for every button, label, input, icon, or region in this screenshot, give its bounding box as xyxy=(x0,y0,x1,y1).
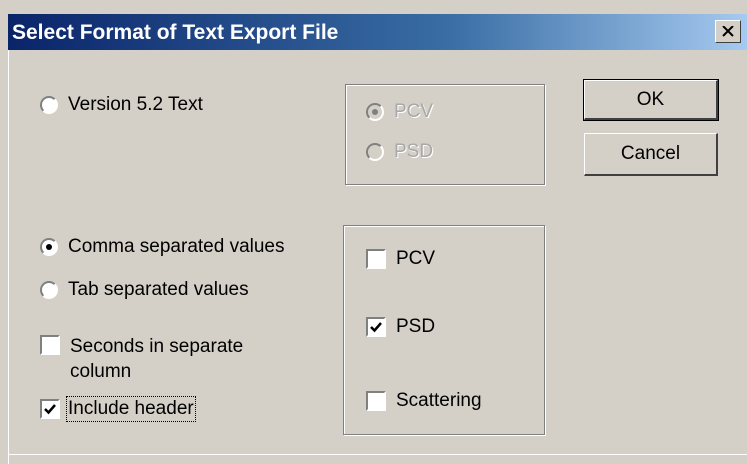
data-type-group: PCV PSD Scattering xyxy=(343,225,545,435)
radio-label: PSD xyxy=(394,141,434,162)
close-icon xyxy=(722,26,734,37)
checkbox-psd[interactable]: PSD xyxy=(366,316,435,338)
radio-version-52-text[interactable]: Version 5.2 Text xyxy=(40,94,203,116)
checkbox-label-line-1: Seconds in separate xyxy=(70,336,244,357)
radio-label: Version 5.2 Text xyxy=(68,94,203,115)
checkbox-scattering[interactable]: Scattering xyxy=(366,390,482,412)
radio-version-psd: PSD xyxy=(366,141,433,163)
ok-button[interactable]: OK xyxy=(583,79,719,121)
export-format-dialog: Select Format of Text Export File Versio… xyxy=(0,0,747,464)
cancel-button[interactable]: Cancel xyxy=(584,133,718,176)
dialog-title: Select Format of Text Export File xyxy=(12,21,339,44)
radio-button-selected[interactable] xyxy=(40,238,58,256)
checkbox-label: Seconds in separate column xyxy=(70,334,243,384)
title-bar: Select Format of Text Export File xyxy=(8,14,747,50)
checkmark-icon xyxy=(44,404,56,415)
radio-button-unselected[interactable] xyxy=(40,281,58,299)
ok-button-label: OK xyxy=(636,88,665,110)
checkbox-unchecked[interactable] xyxy=(366,391,386,411)
window-edge xyxy=(8,454,747,455)
checkbox-checked[interactable] xyxy=(366,317,386,337)
checkbox-pcv[interactable]: PCV xyxy=(366,248,435,270)
checkbox-label-line-2: column xyxy=(70,361,132,382)
checkbox-seconds-separate-column[interactable]: Seconds in separate column xyxy=(40,334,243,384)
checkmark-icon xyxy=(370,322,382,333)
radio-comma-separated[interactable]: Comma separated values xyxy=(40,236,285,258)
checkbox-label: Scattering xyxy=(396,390,482,411)
cancel-button-label: Cancel xyxy=(620,143,681,164)
checkbox-label: PSD xyxy=(396,316,436,337)
radio-button-selected xyxy=(366,103,384,121)
radio-button-unselected[interactable] xyxy=(40,96,58,114)
radio-label: Comma separated values xyxy=(68,236,285,257)
radio-button-unselected xyxy=(366,143,384,161)
radio-label: PCV xyxy=(394,101,434,122)
checkbox-include-header[interactable]: Include header xyxy=(40,396,196,422)
checkbox-unchecked[interactable] xyxy=(366,249,386,269)
checkbox-label: Include header xyxy=(66,396,196,422)
window-edge xyxy=(8,50,9,464)
close-button[interactable] xyxy=(715,20,741,43)
version-format-group: PCV PSD xyxy=(345,84,545,185)
checkbox-checked[interactable] xyxy=(40,399,60,419)
checkbox-label: PCV xyxy=(396,248,436,269)
radio-tab-separated[interactable]: Tab separated values xyxy=(40,279,249,301)
checkbox-unchecked[interactable] xyxy=(40,335,60,355)
radio-version-pcv: PCV xyxy=(366,101,433,123)
radio-label: Tab separated values xyxy=(68,279,249,300)
